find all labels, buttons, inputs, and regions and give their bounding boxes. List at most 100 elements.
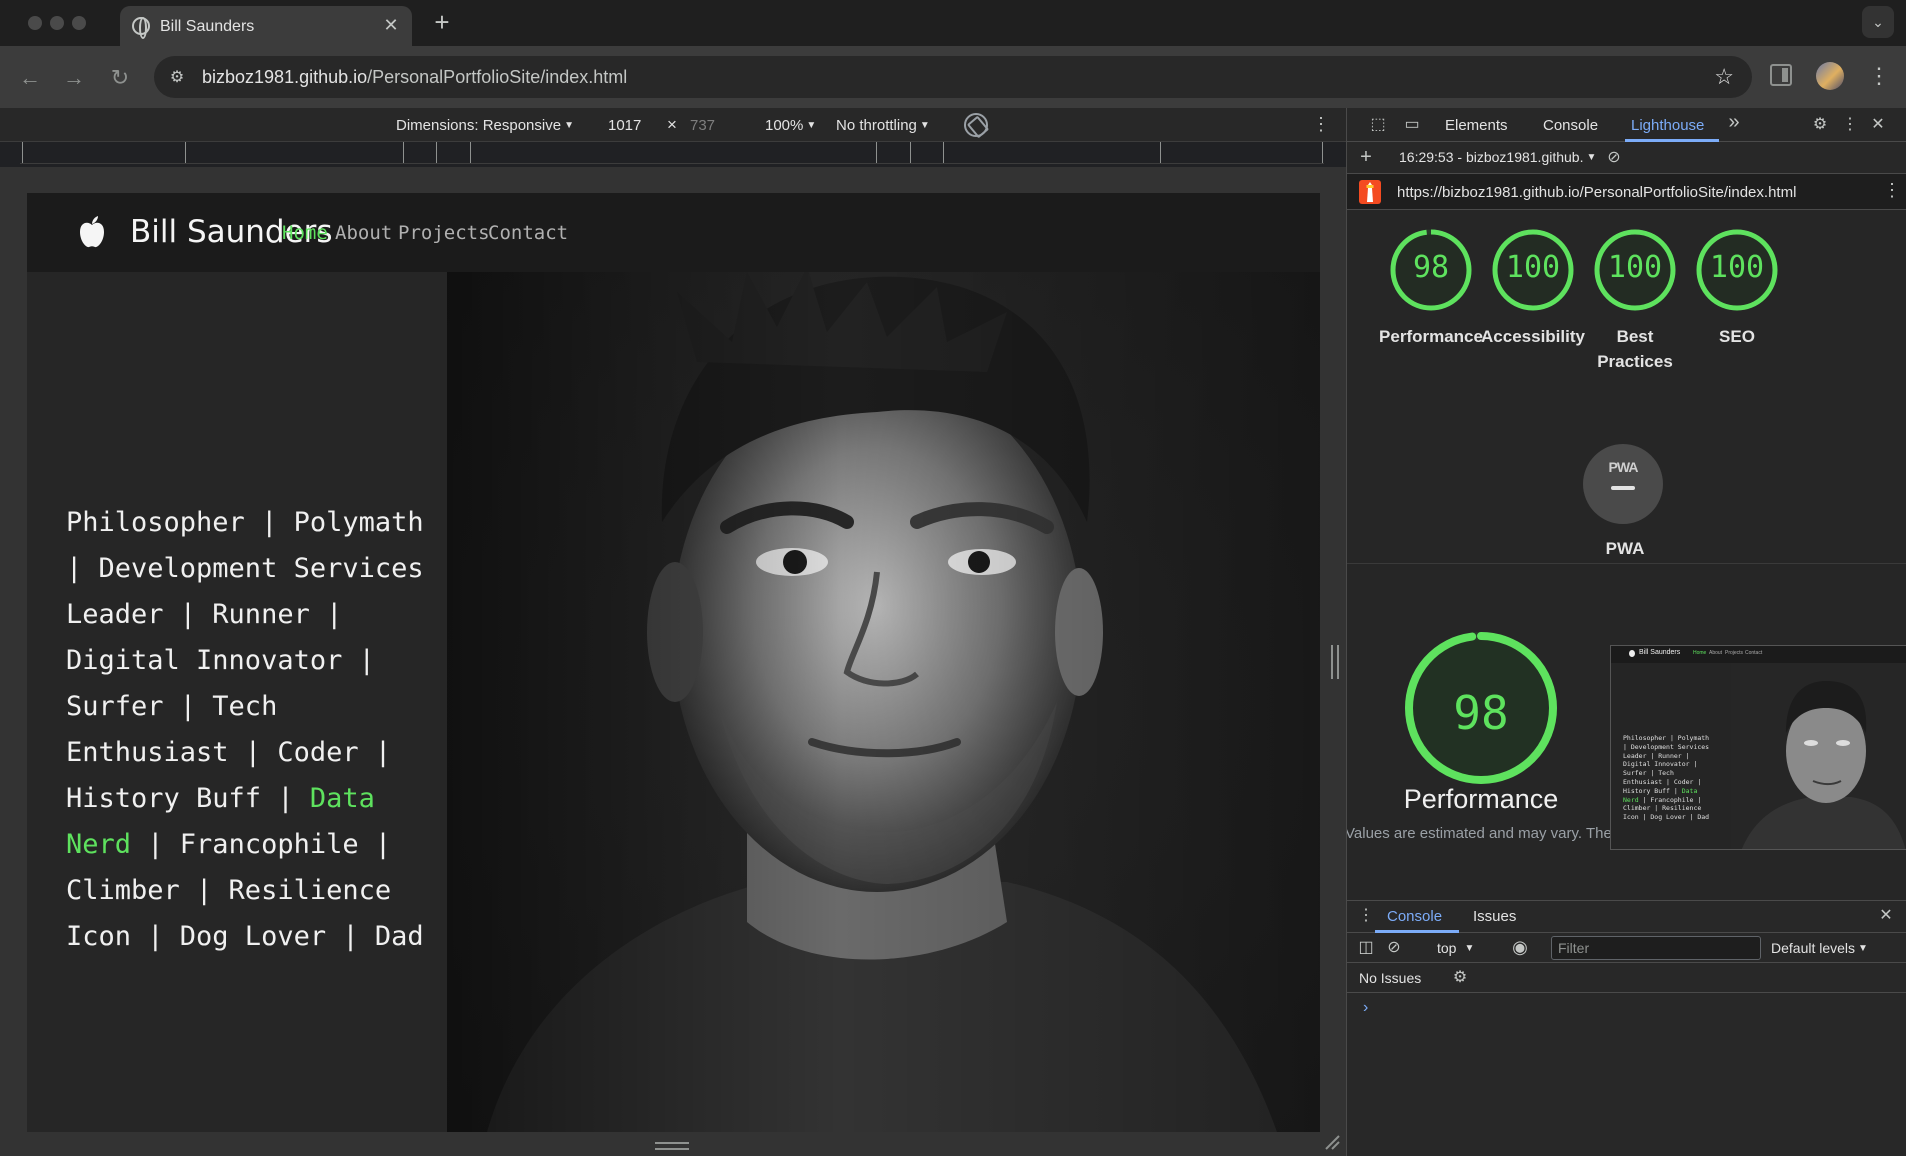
site-navbar: Bill Saunders Home About Projects Contac… <box>27 193 1320 272</box>
browser-tab[interactable]: Bill Saunders ✕ <box>120 6 412 46</box>
no-issues-label[interactable]: No Issues <box>1359 970 1421 986</box>
close-tab-icon[interactable]: ✕ <box>380 14 402 36</box>
thumbnail-nav-about: About <box>1709 650 1723 656</box>
viewport-height-resize-handle[interactable] <box>655 1142 689 1150</box>
performance-big-score: 98 <box>1453 686 1509 740</box>
score-value: 98 <box>1412 250 1450 285</box>
thumbnail-line: Icon | Dog Lover | Dad <box>1623 813 1710 822</box>
drawer-menu-icon[interactable]: ⋮ <box>1357 907 1375 925</box>
tab-title: Bill Saunders <box>160 18 255 35</box>
thumbnail-portrait <box>1731 663 1906 849</box>
media-query-ruler[interactable] <box>0 142 1346 167</box>
caret-down-icon: ▼ <box>919 120 930 131</box>
drawer-tab-bar: ⋮ Console Issues ✕ <box>1347 901 1906 933</box>
console-prompt-chevron-icon[interactable]: › <box>1363 999 1368 1017</box>
back-arrow-icon[interactable]: ← <box>16 64 44 92</box>
url-text[interactable]: bizboz1981.github.io/PersonalPortfolioSi… <box>202 67 627 88</box>
thumbnail-brand: Bill Saunders <box>1639 649 1681 656</box>
device-more-icon[interactable]: ⋮ <box>1312 114 1330 136</box>
thumbnail-highlight: Data <box>1681 786 1698 795</box>
tagline-text: History Buff | <box>66 783 310 814</box>
ruler-mark <box>876 142 877 164</box>
device-toggle-icon[interactable]: ▭ <box>1403 116 1421 134</box>
ruler-mark <box>1160 142 1161 164</box>
thumbnail-highlight: Nerd <box>1623 795 1639 804</box>
report-selector[interactable]: 16:29:53 - bizboz1981.github. ▼ <box>1399 149 1596 165</box>
throttling-label: No throttling <box>836 117 917 134</box>
throttling-dropdown[interactable]: No throttling ▼ <box>836 117 930 134</box>
thumbnail-nav-home: Home <box>1693 650 1707 656</box>
bookmark-star-icon[interactable]: ☆ <box>1714 64 1734 90</box>
tagline-line: Digital Innovator | <box>66 645 375 676</box>
new-tab-button[interactable]: + <box>428 8 456 36</box>
console-settings-gear-icon[interactable]: ⚙ <box>1451 969 1469 987</box>
url-path: /PersonalPortfolioSite/index.html <box>367 67 628 87</box>
reload-icon[interactable]: ↻ <box>106 64 134 92</box>
new-report-icon[interactable]: + <box>1357 147 1375 167</box>
tagline-line: Icon | Dog Lover | Dad <box>66 921 424 952</box>
caret-down-icon: ▼ <box>1586 152 1597 163</box>
log-levels-label: Default levels <box>1771 940 1856 956</box>
height-input[interactable]: 737 <box>690 117 715 134</box>
nav-link-projects[interactable]: Projects <box>398 222 490 244</box>
address-bar[interactable]: ⚙ bizboz1981.github.io/PersonalPortfolio… <box>154 56 1752 98</box>
dimensions-dropdown[interactable]: Dimensions: Responsive ▼ <box>396 117 574 134</box>
tagline-line: Nerd | Francophile | <box>66 822 486 868</box>
more-tabs-icon[interactable]: » <box>1725 112 1743 132</box>
zoom-dropdown[interactable]: 100% ▼ <box>765 117 816 134</box>
nav-link-home[interactable]: Home <box>282 222 328 244</box>
report-selector-label: 16:29:53 - bizboz1981.github. <box>1399 149 1584 165</box>
site-info-icon[interactable]: ⚙ <box>166 67 188 87</box>
clear-reports-icon[interactable]: ⊘ <box>1605 149 1623 167</box>
close-drawer-icon[interactable]: ✕ <box>1877 907 1895 925</box>
settings-gear-icon[interactable]: ⚙ <box>1811 116 1829 134</box>
nav-link-about[interactable]: About <box>335 222 392 244</box>
rotate-icon[interactable] <box>964 113 988 137</box>
side-panel-icon[interactable] <box>1770 64 1792 86</box>
window-close-dot[interactable] <box>28 16 42 30</box>
portfolio-page: Bill Saunders Home About Projects Contac… <box>27 193 1320 1132</box>
caret-down-icon: ▼ <box>564 120 574 131</box>
forward-arrow-icon[interactable]: → <box>60 64 88 92</box>
thumbnail-nav-contact: Contact <box>1745 650 1763 656</box>
inspect-element-icon[interactable]: ⬚ <box>1369 116 1387 134</box>
score-label: Accessibility <box>1481 327 1585 346</box>
console-drawer: ⋮ Console Issues ✕ ◫ ⊘ top ▼ ◉ Default le… <box>1347 900 1906 1156</box>
log-levels-dropdown[interactable]: Default levels ▼ <box>1771 940 1868 956</box>
report-divider <box>1347 563 1906 564</box>
context-selector[interactable]: top ▼ <box>1437 940 1474 956</box>
drawer-tab-console[interactable]: Console <box>1387 908 1442 925</box>
tagline-highlight: Data <box>309 783 375 814</box>
times-icon: × <box>667 115 677 134</box>
profile-avatar[interactable] <box>1816 62 1844 90</box>
report-menu-icon[interactable]: ⋮ <box>1883 180 1901 201</box>
tagline-line: Surfer | Tech <box>66 691 278 722</box>
console-sidebar-icon[interactable]: ◫ <box>1357 939 1375 957</box>
window-zoom-dot[interactable] <box>72 16 86 30</box>
tab-console[interactable]: Console <box>1543 117 1598 134</box>
viewport-width-resize-handle[interactable] <box>1331 645 1339 679</box>
devtools-menu-icon[interactable]: ⋮ <box>1841 116 1859 134</box>
page-screenshot-thumbnail[interactable]: Bill Saunders Home About Projects Contac… <box>1610 645 1906 850</box>
close-devtools-icon[interactable]: ✕ <box>1869 116 1887 134</box>
tab-elements[interactable]: Elements <box>1445 117 1508 134</box>
tab-lighthouse[interactable]: Lighthouse <box>1631 117 1704 134</box>
drawer-tab-issues[interactable]: Issues <box>1473 908 1516 925</box>
estimate-note: Values are estimated and may vary. The <box>1347 825 1612 842</box>
console-filter-input[interactable] <box>1551 936 1761 960</box>
clear-console-icon[interactable]: ⊘ <box>1385 939 1403 957</box>
pwa-badge-icon: PWA <box>1583 444 1663 524</box>
width-input[interactable]: 1017 <box>608 117 641 134</box>
report-url[interactable]: https://bizboz1981.github.io/PersonalPor… <box>1397 184 1796 201</box>
resize-corner-icon[interactable] <box>1324 1134 1340 1150</box>
ruler-mark <box>436 142 437 164</box>
devtools-tab-bar: ⬚ ▭ Elements Console Lighthouse » ⚙ ⋮ ✕ <box>1347 108 1906 142</box>
tab-search-button[interactable]: ⌄ <box>1862 6 1894 38</box>
tab-strip: Bill Saunders ✕ + ⌄ <box>0 0 1906 46</box>
nav-link-contact[interactable]: Contact <box>488 222 568 244</box>
browser-menu-icon[interactable]: ⋮ <box>1868 62 1890 90</box>
thumbnail-navbar: Bill Saunders Home About Projects Contac… <box>1611 646 1906 663</box>
browser-toolbar: ← → ↻ ⚙ bizboz1981.github.io/PersonalPor… <box>0 46 1906 108</box>
window-minimize-dot[interactable] <box>50 16 64 30</box>
live-expression-eye-icon[interactable]: ◉ <box>1511 938 1529 956</box>
